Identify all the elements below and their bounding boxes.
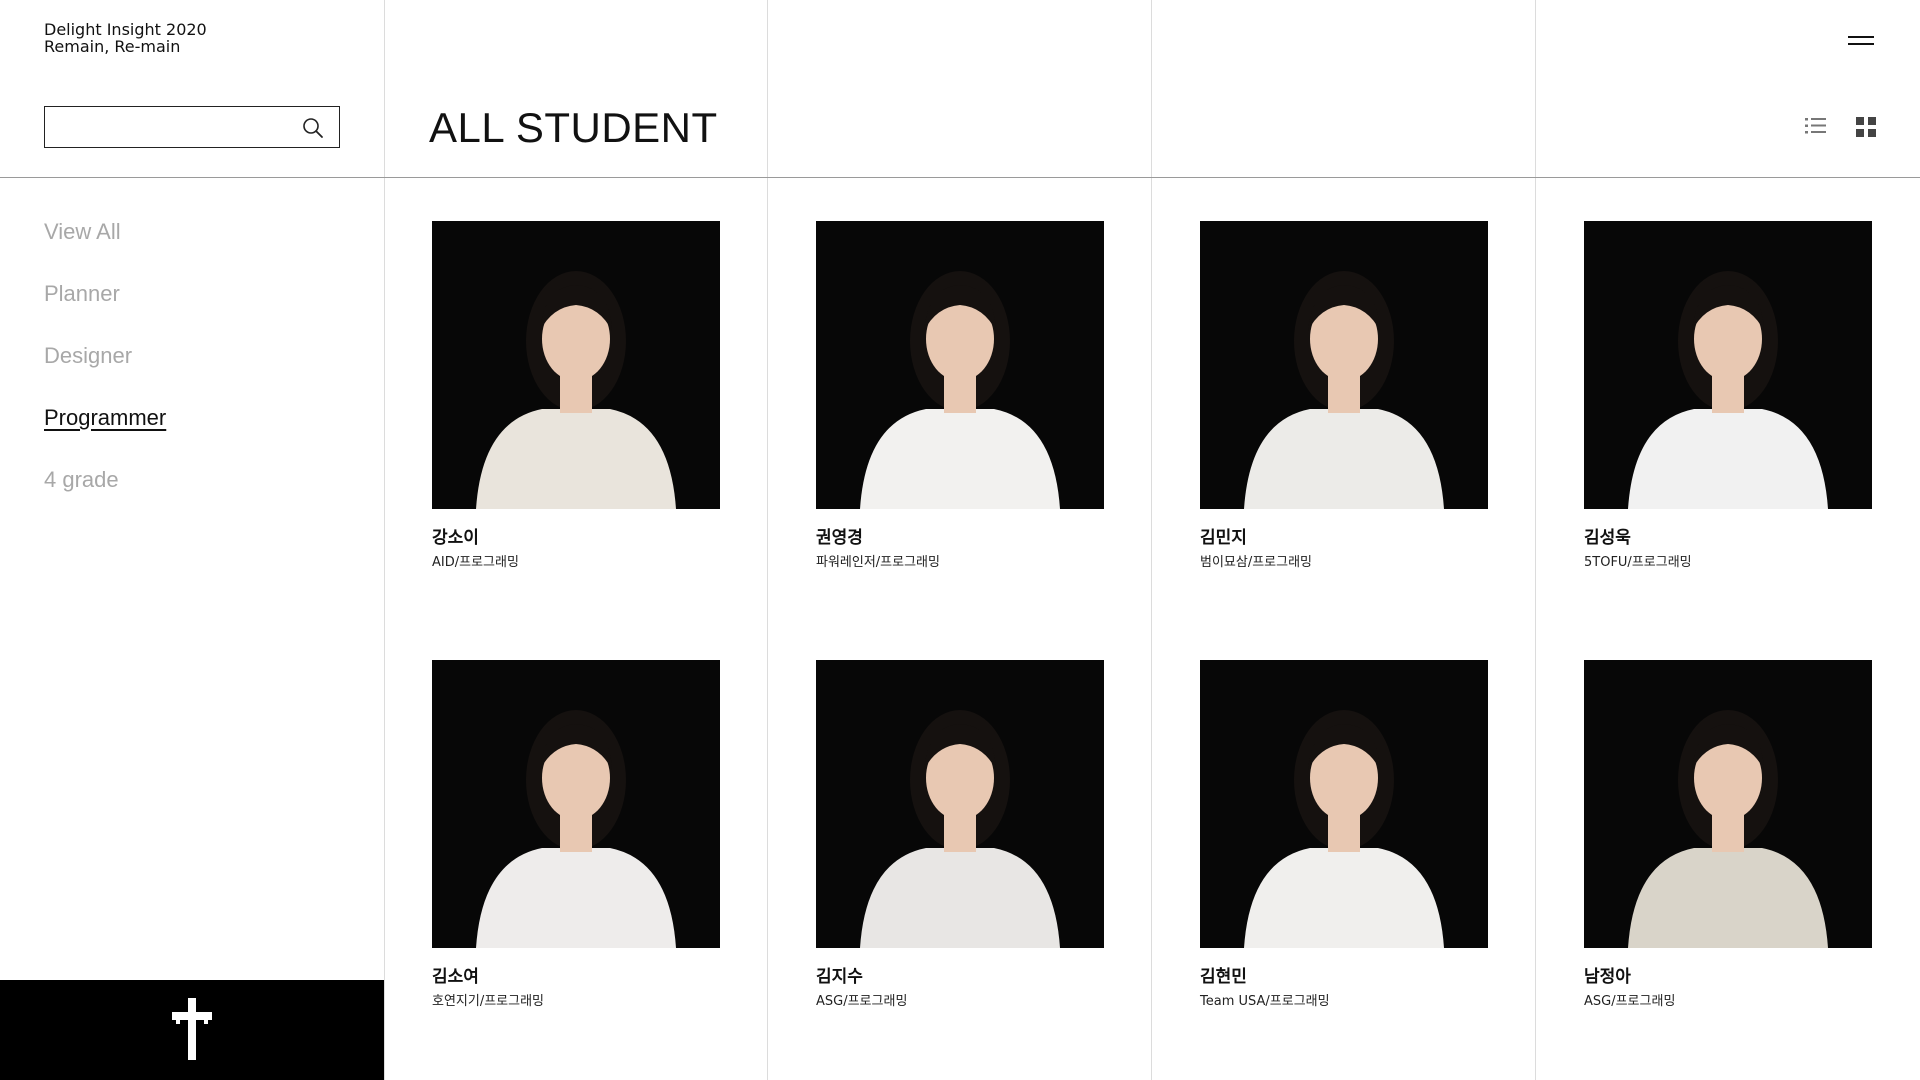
portrait-illustration xyxy=(1584,221,1872,509)
student-team: 범이묘삼/프로그래밍 xyxy=(1200,555,1313,570)
student-card[interactable]: 김성욱 5TOFU/프로그래밍 xyxy=(1584,221,1872,572)
student-card[interactable]: 김현민 Team USA/프로그래밍 xyxy=(1200,660,1488,1011)
student-card[interactable]: 강소이 AID/프로그래밍 xyxy=(432,221,720,572)
portrait-illustration xyxy=(816,660,1104,948)
student-card[interactable]: 김소여 호연지기/프로그래밍 xyxy=(432,660,720,1011)
student-photo xyxy=(432,660,720,948)
student-photo xyxy=(816,660,1104,948)
student-name: 김민지 xyxy=(1200,528,1247,548)
page-title: ALL STUDENT xyxy=(429,104,718,151)
hamburger-icon[interactable] xyxy=(1848,34,1876,48)
student-name: 강소이 xyxy=(432,528,479,548)
column-divider xyxy=(1535,0,1536,1080)
student-team: ASG/프로그래밍 xyxy=(816,994,908,1009)
student-team: AID/프로그래밍 xyxy=(432,555,519,570)
nav-item-designer[interactable]: Designer xyxy=(44,340,166,402)
column-divider xyxy=(384,0,385,1080)
student-name: 권영경 xyxy=(816,528,863,548)
page: Delight Insight 2020 Remain, Re-main Vie… xyxy=(0,0,1920,1080)
category-nav: View All Planner Designer Programmer 4 g… xyxy=(44,216,166,526)
student-name: 김지수 xyxy=(816,967,863,987)
column-divider xyxy=(767,0,768,1080)
student-photo xyxy=(432,221,720,509)
student-team: Team USA/프로그래밍 xyxy=(1200,994,1330,1009)
nav-item-view-all[interactable]: View All xyxy=(44,216,166,278)
student-name: 김소여 xyxy=(432,967,479,987)
portrait-illustration xyxy=(1200,660,1488,948)
student-photo xyxy=(816,221,1104,509)
header-divider xyxy=(0,177,1920,178)
student-name: 김현민 xyxy=(1200,967,1247,987)
column-divider xyxy=(1151,0,1152,1080)
student-card[interactable]: 남정아 ASG/프로그래밍 xyxy=(1584,660,1872,1011)
portrait-illustration xyxy=(816,221,1104,509)
brand[interactable]: Delight Insight 2020 Remain, Re-main xyxy=(44,21,207,55)
nav-item-programmer[interactable]: Programmer xyxy=(44,402,166,464)
student-photo xyxy=(1584,221,1872,509)
student-card[interactable]: 김민지 범이묘삼/프로그래밍 xyxy=(1200,221,1488,572)
search-icon[interactable] xyxy=(301,116,325,140)
cross-logo-icon xyxy=(172,998,212,1060)
nav-item-4-grade[interactable]: 4 grade xyxy=(44,464,166,526)
nav-item-planner[interactable]: Planner xyxy=(44,278,166,340)
student-team: 5TOFU/프로그래밍 xyxy=(1584,555,1692,570)
student-photo xyxy=(1200,221,1488,509)
brand-title: Delight Insight 2020 xyxy=(44,20,207,39)
student-name: 김성욱 xyxy=(1584,528,1631,548)
portrait-illustration xyxy=(1200,221,1488,509)
search-input[interactable] xyxy=(53,113,293,141)
student-photo xyxy=(1200,660,1488,948)
student-card[interactable]: 권영경 파워레인저/프로그래밍 xyxy=(816,221,1104,572)
portrait-illustration xyxy=(432,660,720,948)
student-photo xyxy=(1584,660,1872,948)
student-name: 남정아 xyxy=(1584,967,1631,987)
logo-box[interactable] xyxy=(0,980,384,1080)
search-box xyxy=(44,106,340,148)
list-view-icon[interactable] xyxy=(1805,116,1827,136)
portrait-illustration xyxy=(1584,660,1872,948)
student-team: 호연지기/프로그래밍 xyxy=(432,994,545,1009)
portrait-illustration xyxy=(432,221,720,509)
student-card[interactable]: 김지수 ASG/프로그래밍 xyxy=(816,660,1104,1011)
grid-view-icon[interactable] xyxy=(1855,116,1877,138)
brand-subtitle: Remain, Re-main xyxy=(44,37,181,56)
student-team: 파워레인저/프로그래밍 xyxy=(816,555,940,570)
student-team: ASG/프로그래밍 xyxy=(1584,994,1676,1009)
